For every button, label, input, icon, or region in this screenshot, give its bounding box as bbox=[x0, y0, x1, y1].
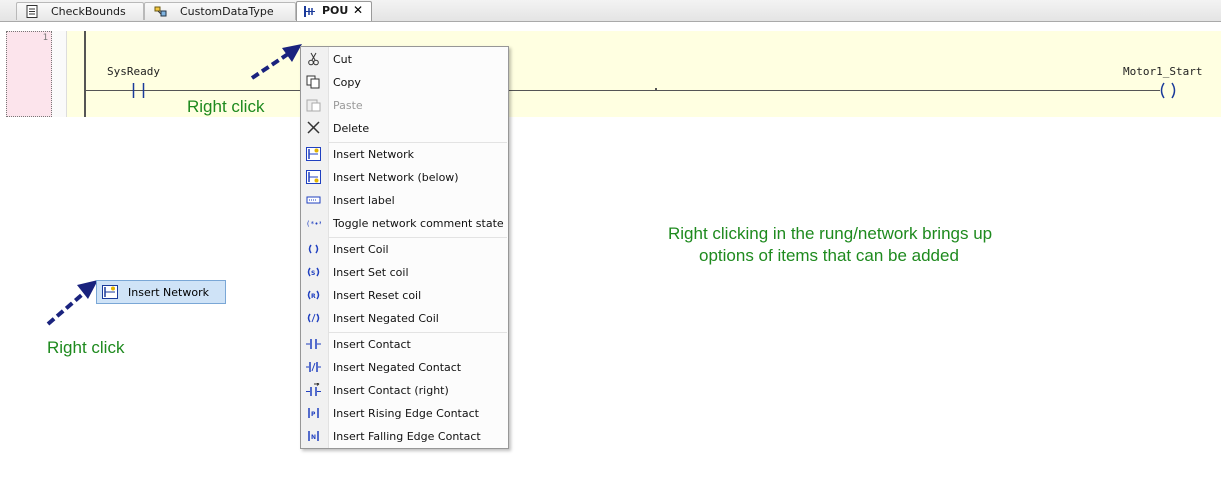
insert-network-icon bbox=[306, 147, 321, 161]
copy-icon bbox=[306, 75, 320, 89]
menu-item-insert-network[interactable]: Insert Network bbox=[301, 143, 508, 166]
editor-tab-strip: CheckBounds CustomDataType POU ✕ bbox=[0, 0, 1221, 22]
coil-icon bbox=[308, 244, 319, 254]
falling-edge-contact-icon: N bbox=[308, 431, 319, 441]
svg-text:S: S bbox=[311, 270, 315, 277]
menu-item-label: Toggle network comment state bbox=[333, 217, 504, 230]
menu-item-label: Copy bbox=[333, 76, 361, 89]
tab-checkbounds[interactable]: CheckBounds bbox=[16, 2, 144, 20]
negated-coil-icon bbox=[307, 313, 320, 323]
menu-item-label: Insert label bbox=[333, 194, 395, 207]
tab-customdatatype[interactable]: CustomDataType bbox=[144, 2, 296, 20]
menu-item-label: Insert Network bbox=[333, 148, 414, 161]
insert-label-icon bbox=[306, 196, 321, 204]
menu-item-label: Cut bbox=[333, 53, 352, 66]
contact-right-icon bbox=[306, 383, 321, 396]
arrow-icon-left bbox=[46, 280, 98, 326]
close-icon[interactable]: ✕ bbox=[353, 3, 363, 17]
contact-variable[interactable]: SysReady bbox=[107, 65, 160, 78]
tab-pou[interactable]: POU ✕ bbox=[296, 1, 372, 21]
annotation-right-click-left: Right click bbox=[47, 338, 125, 357]
rising-edge-contact-icon: P bbox=[308, 408, 319, 418]
contact-icon[interactable] bbox=[128, 82, 150, 99]
paste-icon bbox=[306, 99, 321, 112]
tab-label: POU bbox=[322, 4, 349, 17]
menu-item-label: Insert Contact bbox=[333, 338, 411, 351]
menu-item-label: Insert Rising Edge Contact bbox=[333, 407, 479, 420]
menu-item-label: Insert Contact (right) bbox=[333, 384, 449, 397]
menu-item-insert-negated-coil[interactable]: Insert Negated Coil bbox=[301, 307, 508, 330]
coil-variable[interactable]: Motor1_Start bbox=[1123, 65, 1202, 78]
rung-wire bbox=[86, 90, 1160, 91]
svg-text:R: R bbox=[311, 293, 316, 300]
menu-item-delete[interactable]: Delete bbox=[301, 117, 508, 140]
insert-network-icon bbox=[102, 285, 118, 299]
contact-icon bbox=[306, 339, 321, 349]
svg-text:P: P bbox=[311, 411, 316, 418]
menu-item-label: Delete bbox=[333, 122, 370, 135]
network-number-cell[interactable]: 1 bbox=[6, 31, 52, 117]
menu-item-label: Insert Negated Coil bbox=[333, 312, 439, 325]
arrow-icon-top bbox=[250, 44, 302, 80]
tab-label: CheckBounds bbox=[51, 5, 126, 18]
negated-contact-icon bbox=[306, 362, 321, 372]
annotation-description-line1: Right clicking in the rung/network bring… bbox=[668, 224, 993, 243]
set-coil-icon: S bbox=[307, 267, 320, 277]
menu-item-toggle-comment[interactable]: (*•*) Toggle network comment state bbox=[301, 212, 508, 235]
menu-item-label: Insert Reset coil bbox=[333, 289, 422, 302]
menu-item-cut[interactable]: Cut bbox=[301, 48, 508, 71]
menu-item-insert-rising-edge-contact[interactable]: P Insert Rising Edge Contact bbox=[301, 402, 508, 425]
context-menu: Cut Copy Paste Delete Insert Network Ins… bbox=[300, 46, 509, 449]
cut-icon bbox=[308, 52, 319, 66]
wire-junction bbox=[655, 88, 657, 91]
svg-text:N: N bbox=[311, 434, 316, 441]
menu-item-insert-contact[interactable]: Insert Contact bbox=[301, 333, 508, 356]
menu-item-insert-label[interactable]: Insert label bbox=[301, 189, 508, 212]
menu-item-label: Insert Coil bbox=[333, 243, 389, 256]
menu-item-insert-contact-right[interactable]: Insert Contact (right) bbox=[301, 379, 508, 402]
menu-item-insert-set-coil[interactable]: S Insert Set coil bbox=[301, 261, 508, 284]
menu-item-label: Insert Network (below) bbox=[333, 171, 459, 184]
menu-item-label: Insert Negated Contact bbox=[333, 361, 462, 374]
document-icon bbox=[26, 5, 38, 18]
menu-item-insert-negated-contact[interactable]: Insert Negated Contact bbox=[301, 356, 508, 379]
insert-network-below-icon bbox=[306, 170, 321, 184]
menu-item-label: Insert Set coil bbox=[333, 266, 409, 279]
network-number: 1 bbox=[42, 33, 48, 43]
tab-label: CustomDataType bbox=[180, 5, 274, 18]
svg-text:(*•*): (*•*) bbox=[306, 220, 321, 228]
ladder-pou-icon bbox=[304, 6, 315, 17]
menu-item-insert-network-below[interactable]: Insert Network (below) bbox=[301, 166, 508, 189]
coil-icon[interactable] bbox=[1156, 81, 1180, 100]
menu-item-label: Paste bbox=[333, 99, 363, 112]
menu-item-paste[interactable]: Paste bbox=[301, 94, 508, 117]
menu-item-label: Insert Falling Edge Contact bbox=[333, 430, 481, 443]
toggle-comment-icon: (*•*) bbox=[306, 220, 321, 228]
annotation-right-click-top: Right click bbox=[187, 97, 265, 116]
insert-network-button[interactable]: Insert Network bbox=[96, 280, 226, 304]
datatype-icon bbox=[154, 6, 167, 17]
annotation-description-line2: options of items that can be added bbox=[699, 246, 959, 265]
reset-coil-icon: R bbox=[307, 290, 320, 300]
insert-network-label: Insert Network bbox=[128, 286, 209, 299]
left-power-rail bbox=[84, 31, 86, 117]
menu-item-insert-falling-edge-contact[interactable]: N Insert Falling Edge Contact bbox=[301, 425, 508, 448]
menu-item-insert-reset-coil[interactable]: R Insert Reset coil bbox=[301, 284, 508, 307]
network-gutter bbox=[52, 31, 67, 117]
delete-icon bbox=[307, 121, 320, 134]
menu-item-insert-coil[interactable]: Insert Coil bbox=[301, 238, 508, 261]
menu-item-copy[interactable]: Copy bbox=[301, 71, 508, 94]
